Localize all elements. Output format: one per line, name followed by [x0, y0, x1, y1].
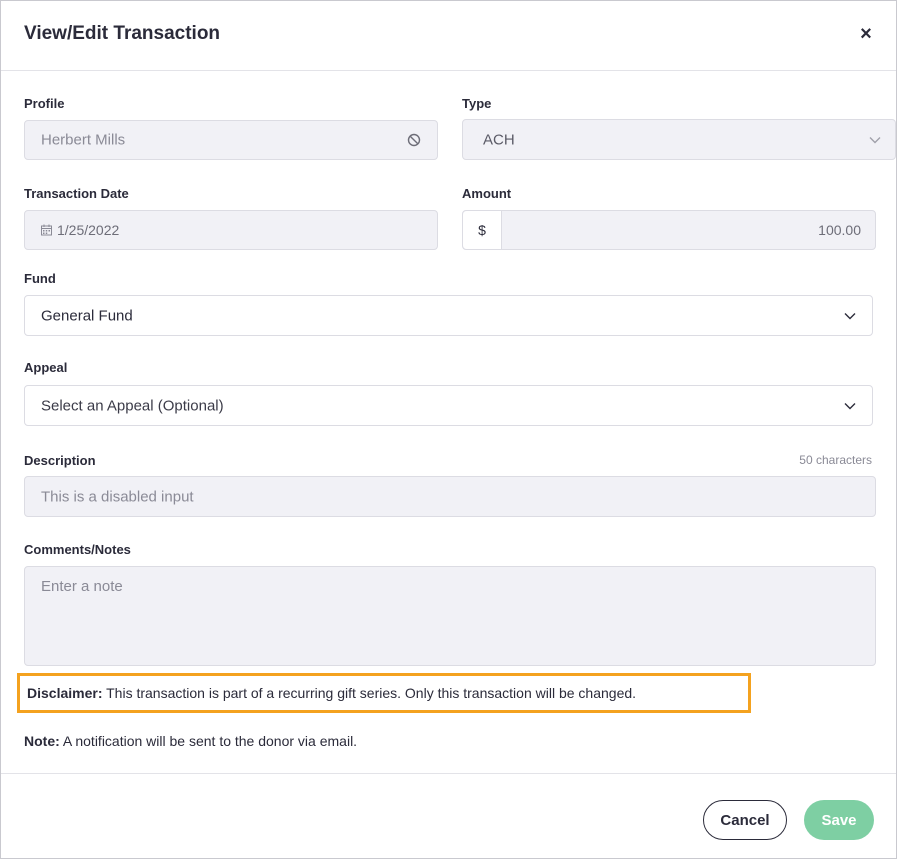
disclaimer-prefix: Disclaimer:	[27, 685, 103, 701]
description-field: This is a disabled input	[24, 476, 876, 517]
ban-icon	[407, 133, 421, 147]
currency-addon: $	[463, 211, 502, 249]
fund-label: Fund	[24, 271, 56, 286]
note-text-line: Note: A notification will be sent to the…	[24, 733, 357, 749]
transaction-date-value: 1/25/2022	[57, 222, 120, 238]
edit-transaction-modal: View/Edit Transaction × Profile Herbert …	[0, 0, 897, 859]
disclaimer-text: This transaction is part of a recurring …	[102, 685, 637, 701]
transaction-date-label: Transaction Date	[24, 186, 129, 201]
amount-label: Amount	[462, 186, 512, 201]
appeal-select[interactable]: Select an Appeal (Optional)	[24, 385, 873, 426]
chevron-down-icon	[844, 312, 856, 319]
note-text: A notification will be sent to the donor…	[59, 733, 358, 749]
profile-field: Herbert Mills	[24, 120, 438, 160]
fund-value: General Fund	[41, 307, 133, 324]
close-icon[interactable]: ×	[856, 23, 876, 45]
description-label: Description	[24, 453, 96, 468]
profile-value: Herbert Mills	[41, 131, 126, 149]
note-prefix: Note:	[24, 733, 60, 749]
comments-label: Comments/Notes	[24, 542, 131, 557]
amount-field: $ 100.00	[462, 210, 876, 250]
calendar-icon	[41, 224, 52, 236]
profile-label: Profile	[24, 96, 65, 111]
type-label: Type	[462, 96, 492, 111]
modal-header: View/Edit Transaction ×	[1, 1, 896, 71]
appeal-label: Appeal	[24, 360, 68, 375]
appeal-placeholder: Select an Appeal (Optional)	[41, 397, 224, 414]
modal-title: View/Edit Transaction	[24, 23, 221, 44]
chevron-down-icon	[869, 136, 881, 143]
save-button[interactable]: Save	[804, 800, 874, 840]
type-value: ACH	[483, 131, 515, 148]
cancel-button[interactable]: Cancel	[703, 800, 787, 840]
transaction-date-field: 1/25/2022	[24, 210, 438, 250]
chevron-down-icon	[844, 402, 856, 409]
comments-placeholder: Enter a note	[41, 578, 123, 595]
amount-value: 100.00	[818, 222, 861, 238]
fund-select[interactable]: General Fund	[24, 295, 873, 336]
type-select: ACH	[462, 119, 896, 160]
description-placeholder: This is a disabled input	[41, 488, 194, 505]
disclaimer-box: Disclaimer: This transaction is part of …	[17, 673, 751, 713]
description-char-count: 50 characters	[799, 453, 872, 467]
footer-divider	[1, 773, 896, 774]
comments-textarea[interactable]: Enter a note	[24, 566, 876, 666]
